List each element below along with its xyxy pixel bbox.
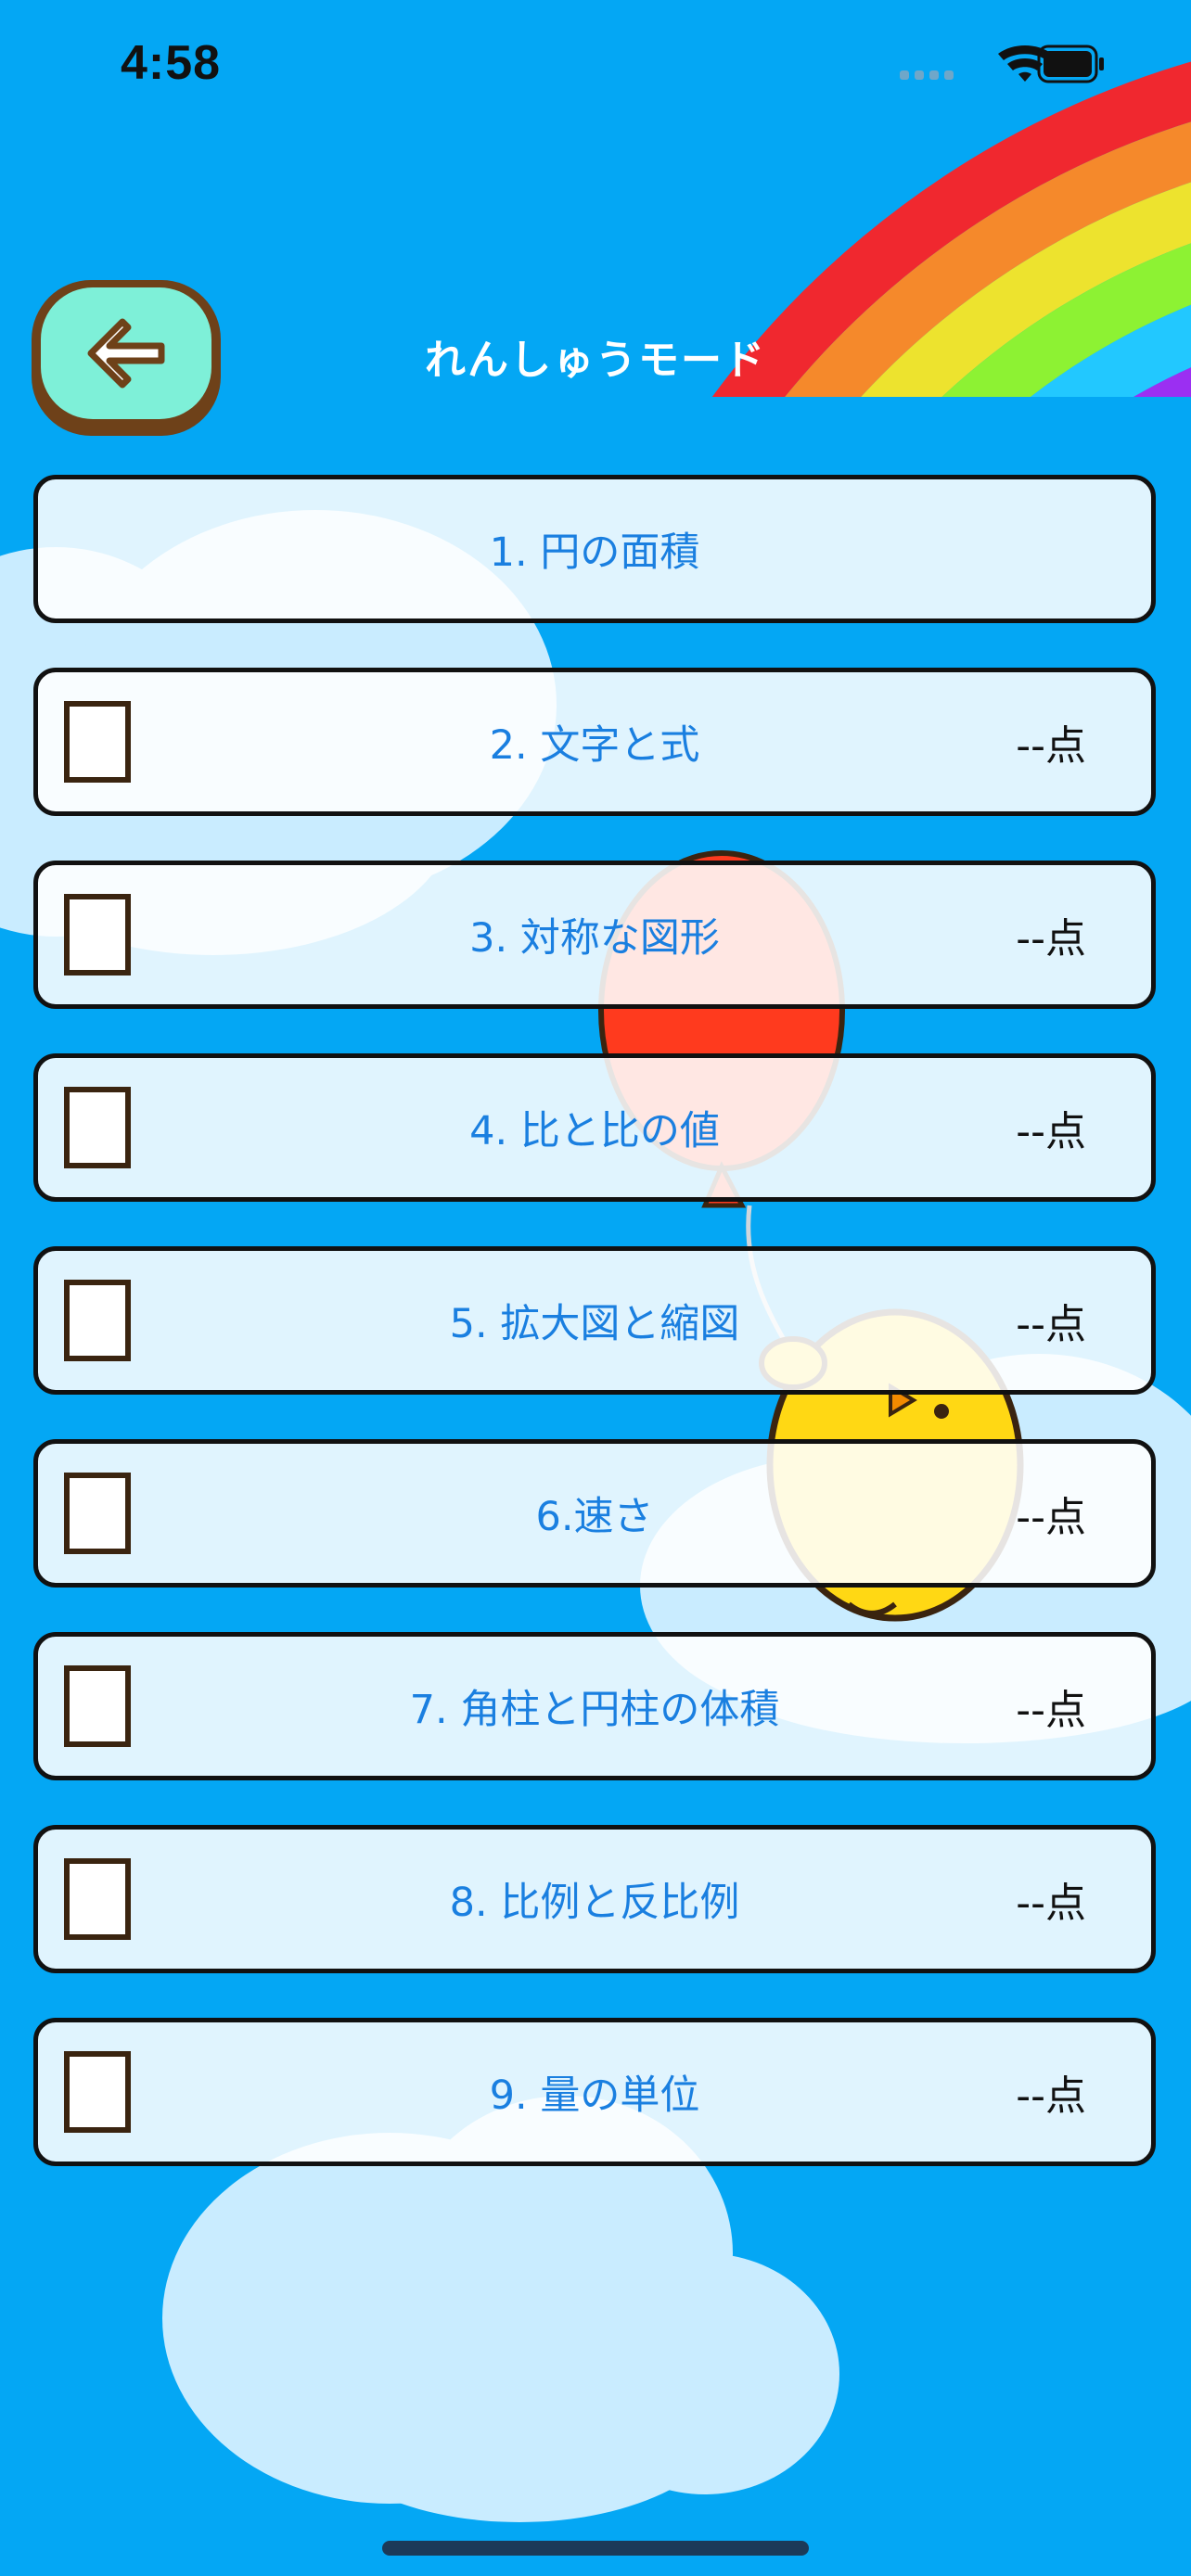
lesson-label: 4. 比と比の値: [469, 1108, 720, 1154]
lesson-label: 8. 比例と反比例: [449, 1880, 740, 1926]
lesson-row-2[interactable]: 2. 文字と式 --点: [33, 668, 1156, 816]
lesson-row-7[interactable]: 7. 角柱と円柱の体積 --点: [33, 1632, 1156, 1780]
lesson-score: --点: [1016, 2072, 1086, 2120]
lesson-row-4[interactable]: 4. 比と比の値 --点: [33, 1053, 1156, 1202]
battery-icon: [1037, 45, 1104, 83]
status-icons: [900, 45, 1104, 83]
lesson-score: --点: [1016, 1494, 1086, 1541]
lesson-score: --点: [1016, 1301, 1086, 1348]
lesson-label: 9. 量の単位: [489, 2072, 700, 2119]
status-time: 4:58: [121, 36, 222, 90]
home-indicator[interactable]: [382, 2541, 809, 2556]
lesson-row-5[interactable]: 5. 拡大図と縮図 --点: [33, 1246, 1156, 1395]
lesson-score: --点: [1016, 1108, 1086, 1155]
lesson-row-8[interactable]: 8. 比例と反比例 --点: [33, 1825, 1156, 1973]
lesson-row-3[interactable]: 3. 対称な図形 --点: [33, 861, 1156, 1009]
lesson-score: --点: [1016, 1687, 1086, 1734]
lesson-score: --点: [1016, 915, 1086, 963]
signal-icon: [900, 70, 954, 80]
lesson-label: 3. 対称な図形: [469, 915, 720, 962]
lesson-label: 1. 円の面積: [489, 529, 700, 576]
page-title: れんしゅうモード: [425, 337, 766, 384]
lesson-score: --点: [1016, 1880, 1086, 1927]
lesson-row-9[interactable]: 9. 量の単位 --点: [33, 2018, 1156, 2166]
lesson-score: --点: [1016, 722, 1086, 770]
lesson-label: 7. 角柱と円柱の体積: [409, 1687, 780, 1733]
lesson-label: 2. 文字と式: [489, 722, 700, 769]
lesson-row-1[interactable]: 1. 円の面積: [33, 475, 1156, 623]
lesson-row-6[interactable]: 6.速さ --点: [33, 1439, 1156, 1588]
lesson-label: 6.速さ: [535, 1494, 654, 1540]
lesson-label: 5. 拡大図と縮図: [449, 1301, 740, 1347]
